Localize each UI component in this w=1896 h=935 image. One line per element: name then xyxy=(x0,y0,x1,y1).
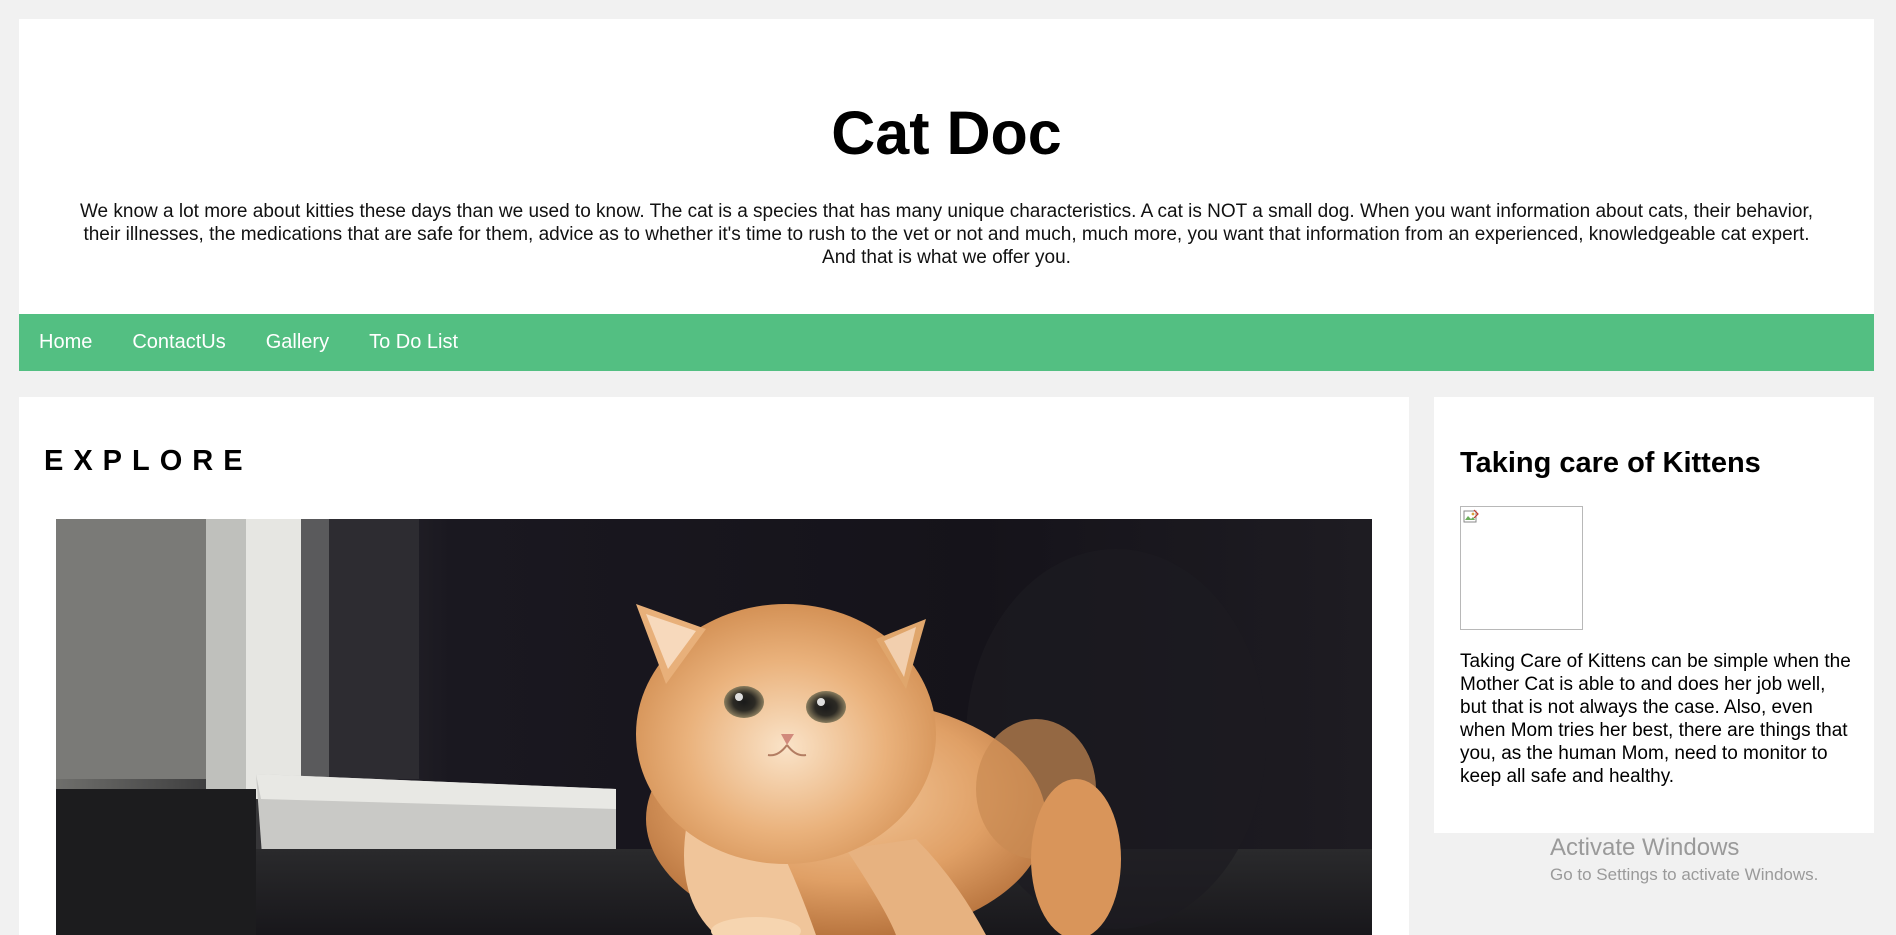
activate-windows-watermark: Activate Windows Go to Settings to activ… xyxy=(1550,833,1818,887)
site-header: Cat Doc We know a lot more about kitties… xyxy=(19,19,1874,314)
sidebar: Taking care of Kittens Taking Care of Ki… xyxy=(1434,397,1874,833)
top-nav: Home ContactUs Gallery To Do List xyxy=(19,314,1874,371)
kitten-photo xyxy=(56,519,1372,935)
broken-image xyxy=(1460,506,1583,630)
broken-image-icon xyxy=(1463,509,1479,523)
sidebar-text: Taking Care of Kittens can be simple whe… xyxy=(1460,651,1851,787)
main-column: EXPLORE xyxy=(19,397,1409,935)
nav-contactus[interactable]: ContactUs xyxy=(132,331,225,354)
kitten-photo-illustration xyxy=(56,519,1372,935)
watermark-subtitle: Go to Settings to activate Windows. xyxy=(1550,865,1819,884)
nav-todo-list[interactable]: To Do List xyxy=(369,331,458,354)
sidebar-title: Taking care of Kittens xyxy=(1460,447,1761,479)
site-title: Cat Doc xyxy=(831,99,1062,167)
site-intro: We know a lot more about kitties these d… xyxy=(79,201,1814,268)
nav-home[interactable]: Home xyxy=(39,331,92,354)
explore-heading: EXPLORE xyxy=(44,445,253,477)
watermark-title: Activate Windows xyxy=(1550,834,1740,861)
nav-gallery[interactable]: Gallery xyxy=(266,331,329,354)
